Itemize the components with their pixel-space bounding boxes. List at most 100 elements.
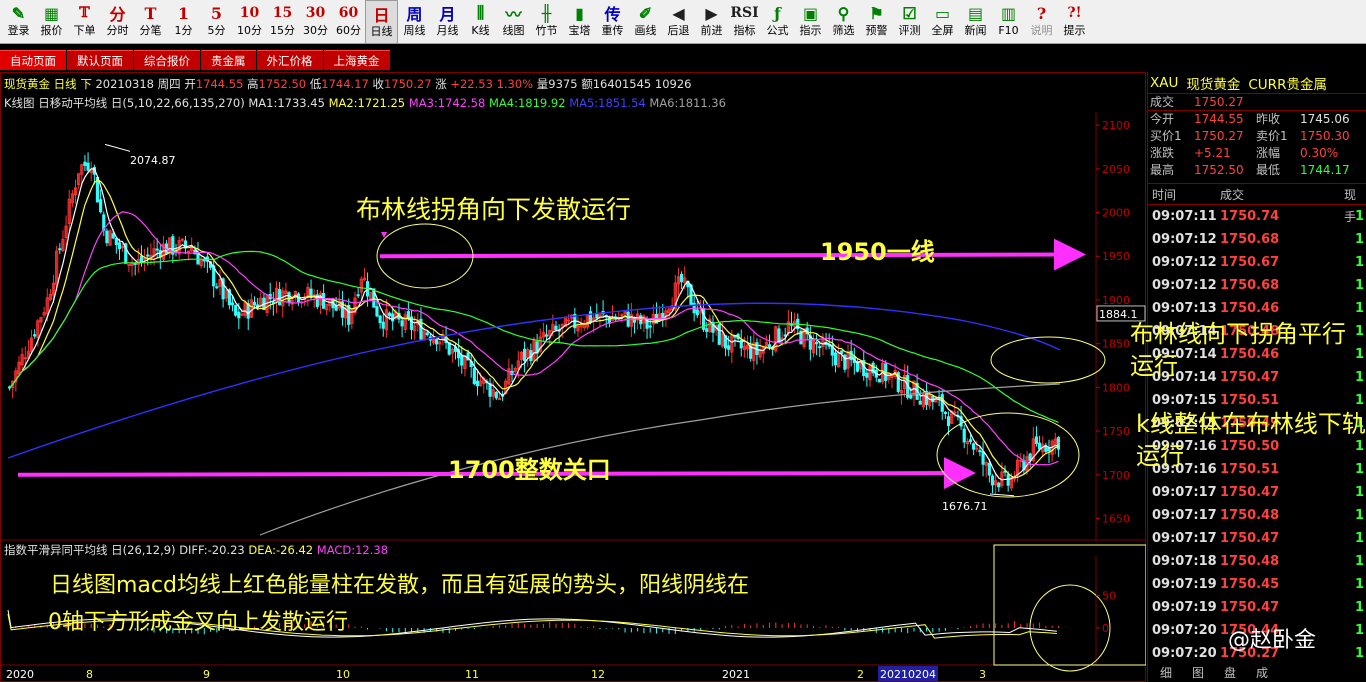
price-tick-label: 1800 bbox=[1102, 381, 1130, 394]
quote-value: 1750.30 bbox=[1300, 129, 1350, 143]
bottom-tab-0[interactable]: 细 bbox=[1160, 664, 1172, 681]
candle-body bbox=[127, 264, 131, 267]
candle-body bbox=[987, 462, 991, 476]
ma6-value: MA6:1811.36 bbox=[649, 96, 726, 110]
instrument-fullname: 现货黄金 bbox=[1186, 76, 1241, 93]
quote-value: +5.21 bbox=[1194, 146, 1231, 160]
macd-zoom-frame bbox=[993, 544, 1146, 666]
bottom-tab-2[interactable]: 盘 bbox=[1224, 664, 1236, 681]
trade-volume: 1 bbox=[1354, 554, 1364, 569]
trade-time: 09:07:20 bbox=[1152, 646, 1217, 661]
candle-body bbox=[953, 411, 957, 414]
trade-row: 09:07:12 1750.67 1 bbox=[1148, 251, 1366, 274]
open-value: 1744.55 bbox=[195, 77, 244, 91]
trade-volume: 1 bbox=[1354, 577, 1364, 592]
macd-tick-label: 0 bbox=[1102, 622, 1109, 635]
ma-title: K线图 日移动平均线 日(5,10,22,66,135,270) bbox=[4, 96, 245, 110]
annotation-1700-level: 1700整数关口 bbox=[448, 456, 611, 484]
change-percent: 1.30% bbox=[496, 77, 534, 91]
bottom-tab-1[interactable]: 图 bbox=[1192, 664, 1204, 681]
candle-body bbox=[833, 352, 838, 366]
candle-body bbox=[705, 328, 709, 332]
quote-label: 买价1 bbox=[1150, 129, 1182, 143]
low-point-label: 1676.71 bbox=[942, 500, 988, 513]
volume-value: 量9375 bbox=[536, 77, 578, 91]
candle-body bbox=[695, 309, 699, 316]
trade-price: 1750.67 bbox=[1220, 255, 1280, 270]
quote-label: 涨幅 bbox=[1256, 146, 1281, 160]
quote-rows: 今开 1744.55 昨收 1745.06 买价1 1750.27 卖价1 1750.30 涨跌… bbox=[1148, 111, 1366, 179]
candle-body bbox=[400, 320, 404, 327]
candle-body bbox=[86, 162, 90, 171]
quote-label: 涨跌 bbox=[1150, 146, 1175, 160]
bottom-tab-3[interactable]: 成 bbox=[1256, 664, 1268, 681]
high-point-label: 2074.87 bbox=[130, 154, 176, 167]
price-tick-label: 1950 bbox=[1102, 250, 1130, 263]
candle-body bbox=[648, 325, 652, 328]
ma5-value: MA5:1851.54 bbox=[569, 96, 646, 110]
candle-body bbox=[588, 311, 593, 323]
x-axis-label: 2 bbox=[857, 668, 864, 681]
direction-label: 下 bbox=[80, 77, 92, 91]
candle-body bbox=[278, 289, 282, 306]
x-axis-label: 2021 bbox=[722, 668, 750, 681]
annotation-macd-note-1: 日线图macd均线上红色能量柱在发散，而且有延展的势头，阳线阴线在 bbox=[50, 573, 749, 598]
ma2-value: MA2:1721.25 bbox=[328, 96, 406, 110]
trade-time: 09:07:17 bbox=[1152, 508, 1217, 523]
candle-body bbox=[717, 324, 721, 345]
candle-body bbox=[1037, 442, 1042, 450]
candle-body bbox=[990, 475, 995, 486]
quote-label: 最低 bbox=[1256, 163, 1281, 177]
candle-body bbox=[877, 378, 882, 383]
last-price-row: 成交 1750.27 bbox=[1148, 94, 1366, 111]
x-axis-label: 11 bbox=[465, 668, 479, 681]
candle-body bbox=[406, 311, 410, 319]
candle-body bbox=[918, 400, 922, 405]
x-axis-label: 20210204 bbox=[880, 668, 936, 681]
candle-body bbox=[58, 248, 62, 251]
period-label: 日线 bbox=[53, 77, 77, 91]
last-price-value: 1750.27 bbox=[1194, 95, 1244, 109]
quote-label: 今开 bbox=[1150, 112, 1175, 126]
bottom-tab-bar: 细图盘成 bbox=[1160, 664, 1268, 681]
candle-body bbox=[475, 380, 480, 387]
trade-volume: 1 bbox=[1354, 232, 1364, 247]
quote-value: 1752.50 bbox=[1194, 163, 1244, 177]
quote-label: 昨收 bbox=[1256, 112, 1281, 126]
price-tick-label: 1700 bbox=[1102, 469, 1130, 482]
candle-body bbox=[334, 305, 338, 311]
trading-app-window: ✎ 登录 ▦ 报价 𝕋 下单分分时 T 分笔 1 1分 5 5分 10 10分 15 15分 30 30分 60 60… bbox=[0, 0, 1366, 682]
price-tick-label: 1900 bbox=[1102, 294, 1130, 307]
candle-body bbox=[117, 242, 122, 250]
trade-volume: 1 bbox=[1354, 531, 1364, 546]
trade-volume: 1 bbox=[1354, 255, 1364, 270]
candle-body bbox=[997, 482, 1001, 488]
low-value: 1744.17 bbox=[321, 77, 369, 91]
trade-price: 1750.68 bbox=[1220, 278, 1280, 293]
candle-body bbox=[215, 286, 219, 289]
trade-time: 09:07:12 bbox=[1152, 232, 1217, 247]
trade-time: 09:07:13 bbox=[1152, 301, 1217, 316]
price-tick-label: 1750 bbox=[1102, 425, 1130, 438]
candle-body bbox=[522, 348, 527, 362]
candle-body bbox=[840, 350, 844, 354]
candle-body bbox=[978, 450, 982, 453]
trade-row: 09:07:13 1750.46 1 bbox=[1148, 297, 1366, 320]
change-label: 涨 bbox=[435, 77, 447, 91]
trade-price: 1750.48 bbox=[1220, 554, 1280, 569]
candle-body bbox=[972, 443, 976, 450]
candle-body bbox=[460, 354, 464, 366]
weekday-label: 周四 bbox=[157, 77, 181, 91]
candle-body bbox=[943, 411, 947, 414]
candle-body bbox=[909, 394, 913, 399]
trade-volume: 1 bbox=[1354, 623, 1364, 638]
quote-value: 0.30% bbox=[1300, 146, 1339, 160]
trade-price: 1750.45 bbox=[1220, 577, 1280, 592]
quote-row: 涨跌 +5.21 涨幅 0.30% bbox=[1148, 145, 1366, 162]
candle-body bbox=[544, 334, 549, 337]
candle-body bbox=[237, 311, 241, 319]
candle-body bbox=[375, 306, 379, 317]
high-label: 高 bbox=[247, 77, 259, 91]
ma6-line bbox=[259, 383, 1061, 536]
trade-volume: 1 bbox=[1354, 209, 1364, 224]
